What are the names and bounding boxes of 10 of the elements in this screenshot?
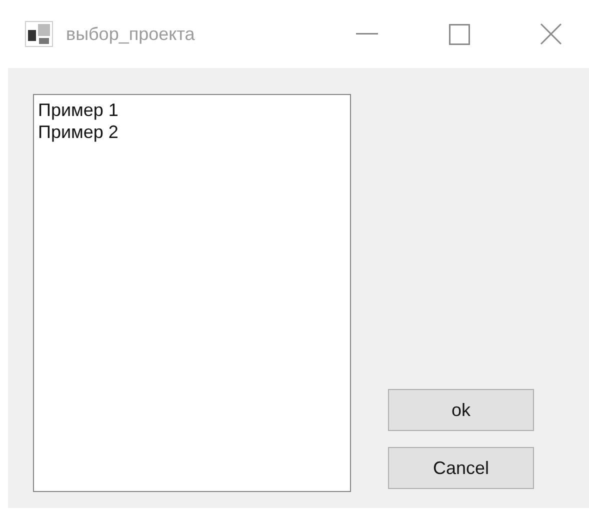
close-icon xyxy=(540,23,562,45)
dialog-button[interactable]: Cancel xyxy=(388,447,534,489)
list-item[interactable]: Пример 1 xyxy=(37,99,120,121)
maximize-icon xyxy=(448,24,470,44)
dialog-button[interactable]: ok xyxy=(388,389,534,431)
app-icon xyxy=(25,21,53,47)
window-title: выбор_проекта xyxy=(66,24,196,44)
minimize-icon xyxy=(356,33,378,35)
project-list[interactable]: Пример 1 Пример 2 xyxy=(33,94,351,492)
list-item[interactable]: Пример 2 xyxy=(37,121,120,143)
